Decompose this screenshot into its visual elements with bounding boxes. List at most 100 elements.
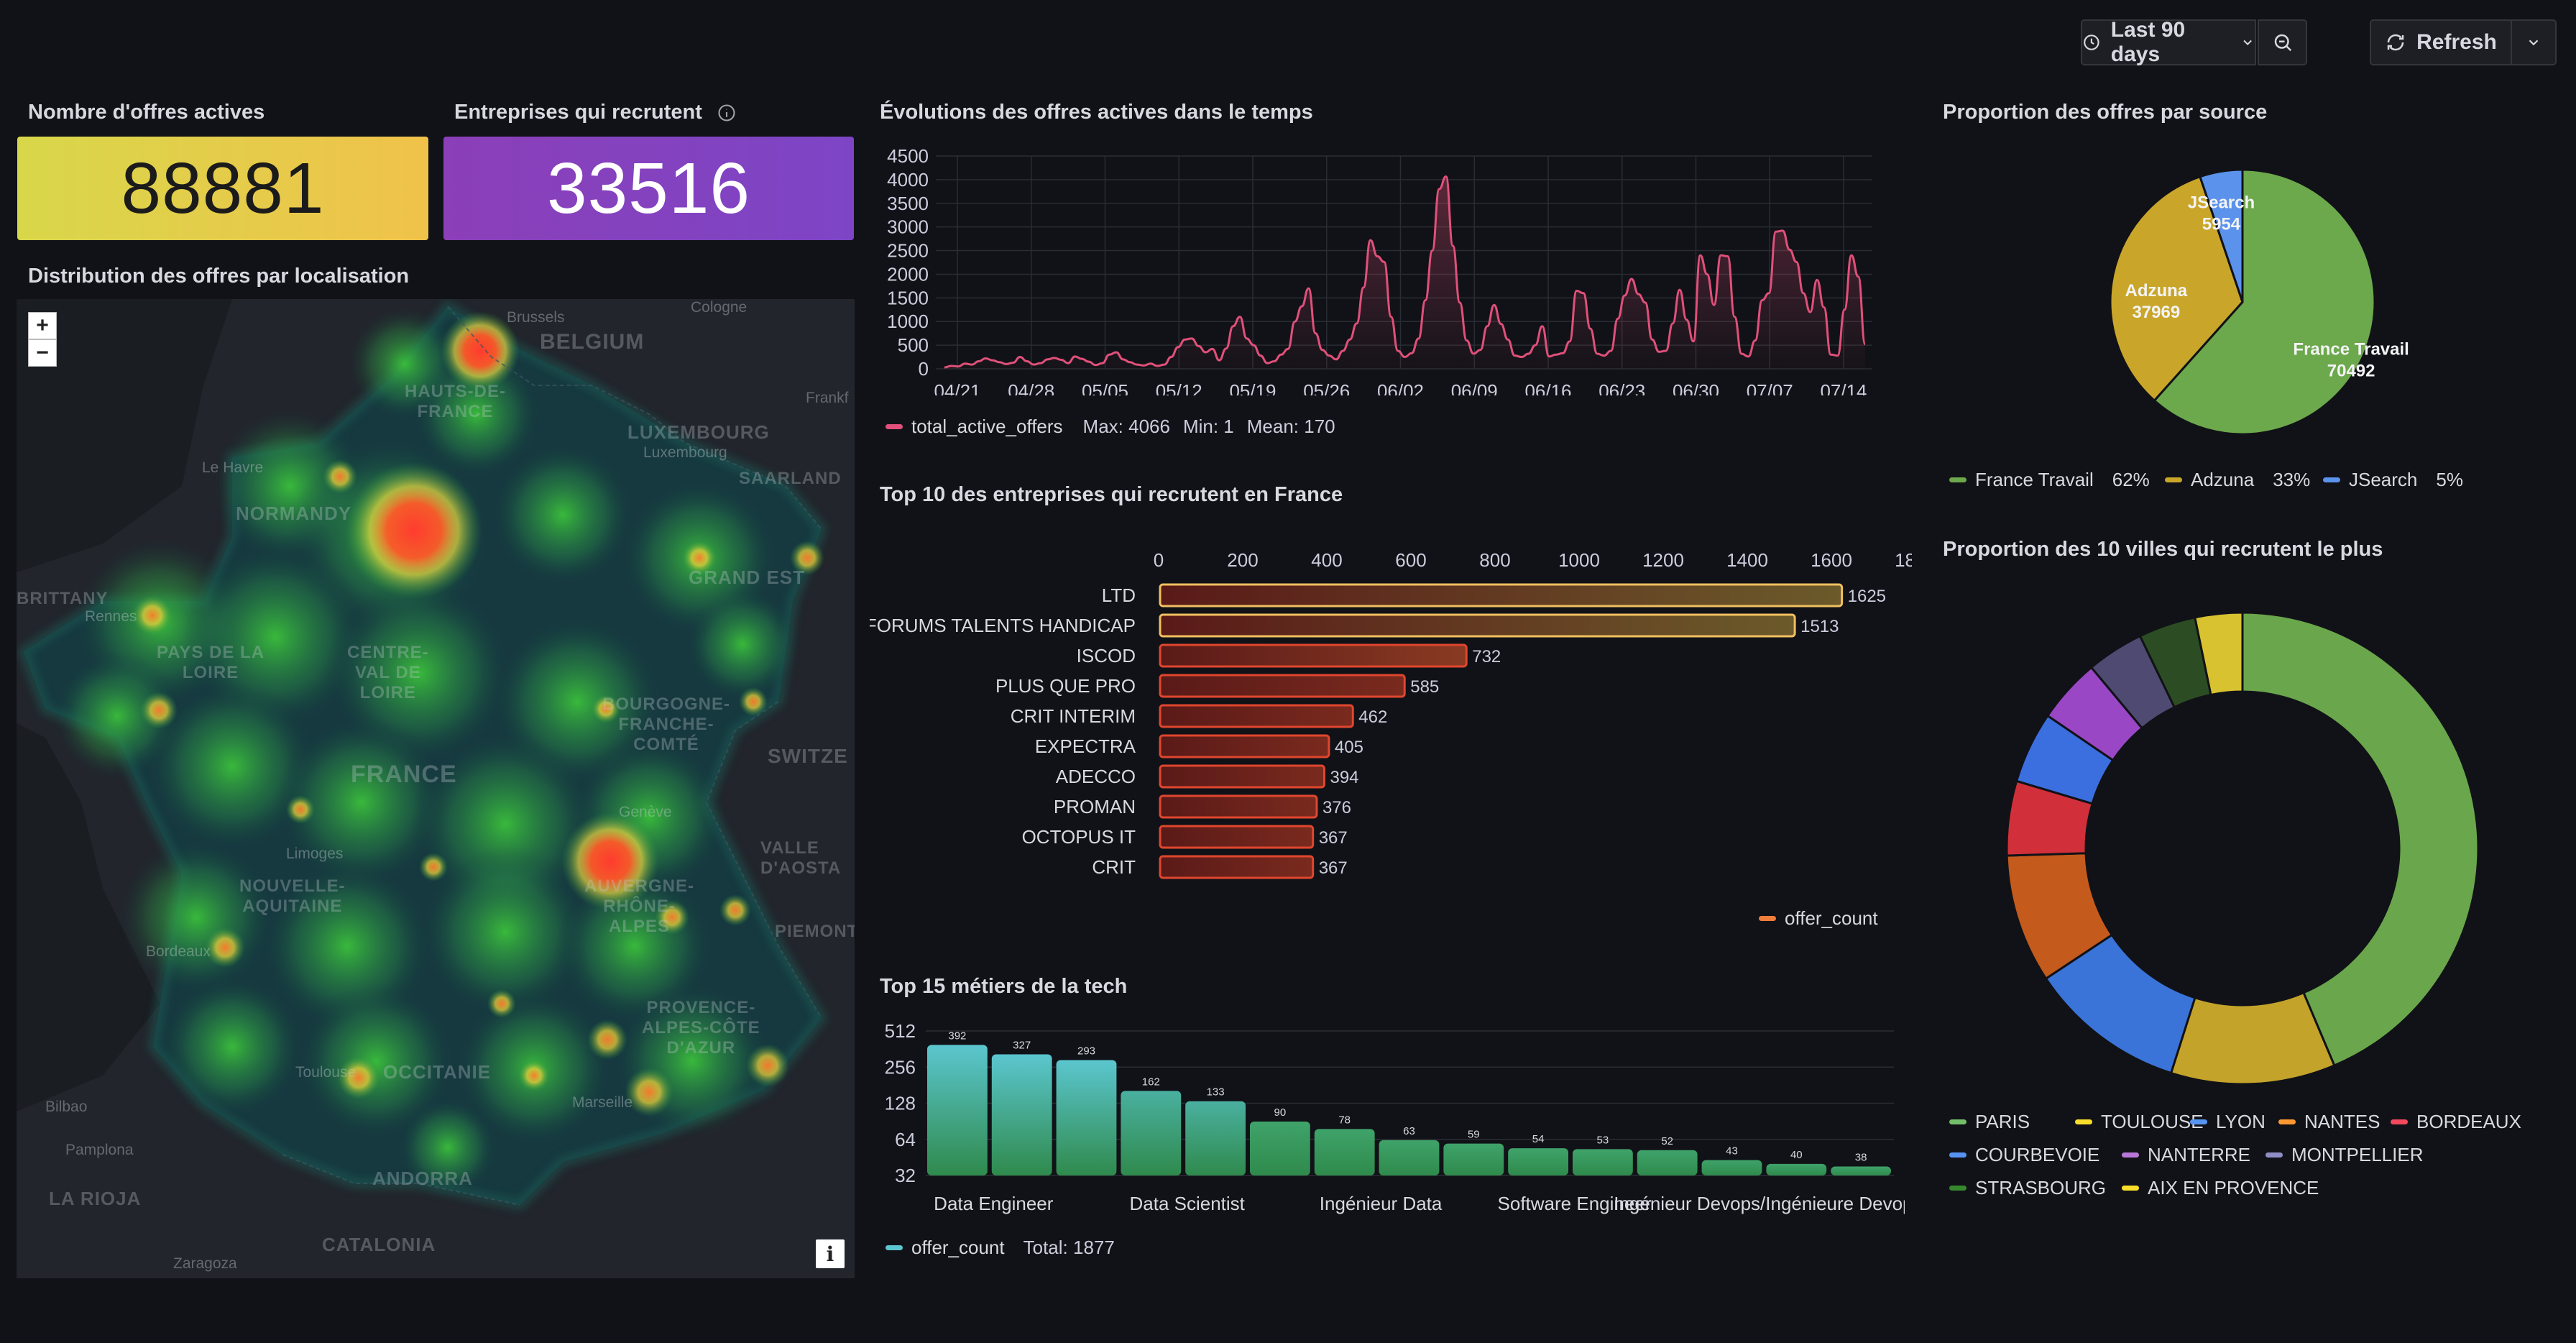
legend-mean: Mean: 170 — [1246, 416, 1335, 437]
map-city-label: Genève — [619, 804, 672, 820]
legend-label: JSearch — [2349, 469, 2418, 490]
chevron-down-icon — [2243, 40, 2252, 45]
category-label: CRIT INTERIM — [1011, 705, 1136, 727]
legend-item[interactable]: JSearch 5% — [2323, 469, 2463, 491]
map-region-label: OCCITANIE — [383, 1061, 492, 1083]
bar-value-label: 1513 — [1800, 617, 1839, 636]
clock-icon — [2084, 35, 2099, 50]
legend-item[interactable]: BORDEAUX — [2391, 1111, 2521, 1133]
legend-swatch — [2391, 1119, 2408, 1124]
bar-chart-title: Top 10 des entreprises qui recrutent en … — [880, 483, 1343, 506]
map-zoom-out-button[interactable]: − — [28, 339, 57, 367]
pie-slice-label: Adzuna — [2125, 281, 2187, 301]
y-tick-label: 512 — [885, 1020, 916, 1042]
legend-swatch — [886, 1245, 903, 1250]
map-region-label: BELGIUM — [540, 330, 645, 354]
tech-chart-legend[interactable]: offer_count Total: 1877 — [886, 1237, 1115, 1259]
active-offers-value: 88881 — [17, 137, 428, 240]
legend-item[interactable]: France Travail 62% — [1949, 469, 2150, 491]
legend-label: AIX EN PROVENCE — [2148, 1177, 2319, 1198]
donut-slice — [2169, 991, 2336, 1086]
zoom-out-time-button[interactable] — [2258, 19, 2307, 65]
legend-swatch — [2266, 1152, 2283, 1158]
y-tick-label: 32 — [895, 1165, 916, 1186]
x-tick-label: 06/23 — [1598, 380, 1645, 395]
legend-item[interactable]: TOULOUSE — [2075, 1111, 2204, 1133]
bar-chart-legend[interactable]: offer_count — [1759, 907, 1878, 930]
map-attribution-button[interactable]: i — [816, 1239, 845, 1268]
map-city-label: Toulouse — [295, 1064, 356, 1081]
tech-jobs-bar-chart[interactable]: 32 64 128 256 512 392 327 293 162 133 90 78 63 59 54 53… — [870, 1014, 1905, 1222]
y-tick-label: 4500 — [887, 145, 929, 167]
line-chart-legend[interactable]: total_active_offers Max: 4066 Min: 1 Mea… — [886, 416, 1335, 438]
line-chart-title: Évolutions des offres actives dans le te… — [880, 101, 1313, 124]
y-tick-label: 128 — [885, 1093, 916, 1114]
map-city-label: Marseille — [572, 1094, 633, 1111]
refresh-button[interactable]: Refresh — [2370, 19, 2512, 65]
company-bar-chart[interactable]: 0 200 400 600 800 1000 1200 1400 1600 1800 LTD 1625… — [870, 539, 1912, 884]
chevron-down-icon — [2529, 40, 2539, 46]
map-region-label: SWITZE — [768, 745, 848, 767]
bar — [1379, 1140, 1440, 1175]
heatmap-map[interactable]: BELGIUM LUXEMBOURG HAUTS-DE- FRANCE NORMA… — [17, 299, 855, 1278]
legend-item[interactable]: Adzuna 33% — [2165, 469, 2310, 491]
map-zoom-in-button[interactable]: + — [28, 312, 57, 339]
pie-slice-label: JSearch — [2188, 193, 2255, 212]
category-label: PROMAN — [1054, 796, 1136, 817]
refresh-interval-dropdown[interactable] — [2511, 19, 2557, 65]
y-tick-label: 3000 — [887, 216, 929, 238]
map-region-label: SAARLAND — [739, 469, 842, 488]
info-icon[interactable] — [717, 103, 737, 123]
map-city-label: Luxembourg — [643, 444, 727, 461]
map-region-label: AUVERGNE- RHÔNE- ALPES — [584, 876, 695, 936]
legend-item[interactable]: LYON — [2190, 1111, 2266, 1133]
tech-chart-title: Top 15 métiers de la tech — [880, 975, 1128, 998]
bar-value-label: 59 — [1468, 1129, 1480, 1141]
legend-percent: 62% — [2112, 469, 2150, 490]
bar — [1443, 1143, 1504, 1175]
legend-total: Total: 1877 — [1023, 1237, 1115, 1258]
map-region-label: PROVENCE- ALPES-CÔTE D'AZUR — [642, 998, 760, 1058]
legend-label: NANTERRE — [2148, 1144, 2251, 1165]
bar-value-label: 43 — [1726, 1145, 1738, 1158]
bar-value-label: 327 — [1013, 1040, 1031, 1052]
map-region-label: BRITTANY — [17, 589, 109, 608]
legend-label: PARIS — [1975, 1111, 2030, 1132]
legend-item[interactable]: NANTES — [2278, 1111, 2380, 1133]
zoom-out-icon — [2274, 34, 2291, 52]
legend-item[interactable]: COURBEVOIE — [1949, 1144, 2099, 1166]
category-label: ADECCO — [1056, 766, 1136, 787]
legend-item[interactable]: AIX EN PROVENCE — [2122, 1177, 2319, 1199]
x-tick-label: 400 — [1311, 549, 1342, 571]
y-tick-label: 4000 — [887, 169, 929, 191]
bar — [1159, 825, 1315, 849]
map-city-label: Bilbao — [45, 1099, 88, 1115]
map-region-label: PIEMONTE — [775, 922, 855, 941]
bar — [1159, 643, 1468, 668]
legend-item[interactable]: NANTERRE — [2122, 1144, 2250, 1166]
bar-value-label: 133 — [1207, 1086, 1225, 1099]
bar-value-label: 162 — [1142, 1076, 1160, 1088]
x-tick-label: 06/02 — [1377, 380, 1424, 395]
refresh-icon — [2387, 34, 2404, 51]
time-range-picker[interactable]: Last 90 days — [2081, 18, 2256, 66]
series-area — [944, 176, 1865, 369]
x-tick-label: 06/16 — [1524, 380, 1571, 395]
x-tick-label: 1200 — [1642, 549, 1684, 571]
legend-item[interactable]: PARIS — [1949, 1111, 2030, 1133]
map-region-label: CATALONIA — [322, 1234, 436, 1255]
source-pie-chart[interactable]: France Travail 70492 Adzuna 37969 JSearch 595… — [2084, 144, 2444, 475]
line-chart[interactable]: 05001000 1500200025003000350040004500 04/2… — [870, 140, 1905, 395]
map-region-label: PAYS DE LA LOIRE — [157, 643, 265, 682]
y-tick-label: 2500 — [887, 240, 929, 262]
bar — [1159, 613, 1796, 638]
cities-donut-chart[interactable] — [1991, 597, 2494, 1100]
legend-swatch — [1949, 1186, 1966, 1191]
map-city-label: Pamplona — [65, 1142, 134, 1158]
bar-value-label: 462 — [1358, 707, 1387, 727]
legend-item[interactable]: STRASBOURG — [1949, 1177, 2106, 1199]
x-tick-label: 05/05 — [1082, 380, 1128, 395]
legend-item[interactable]: MONTPELLIER — [2266, 1144, 2424, 1166]
hiring-companies-title: Entreprises qui recrutent — [454, 101, 737, 124]
category-label: CRIT — [1092, 856, 1136, 878]
